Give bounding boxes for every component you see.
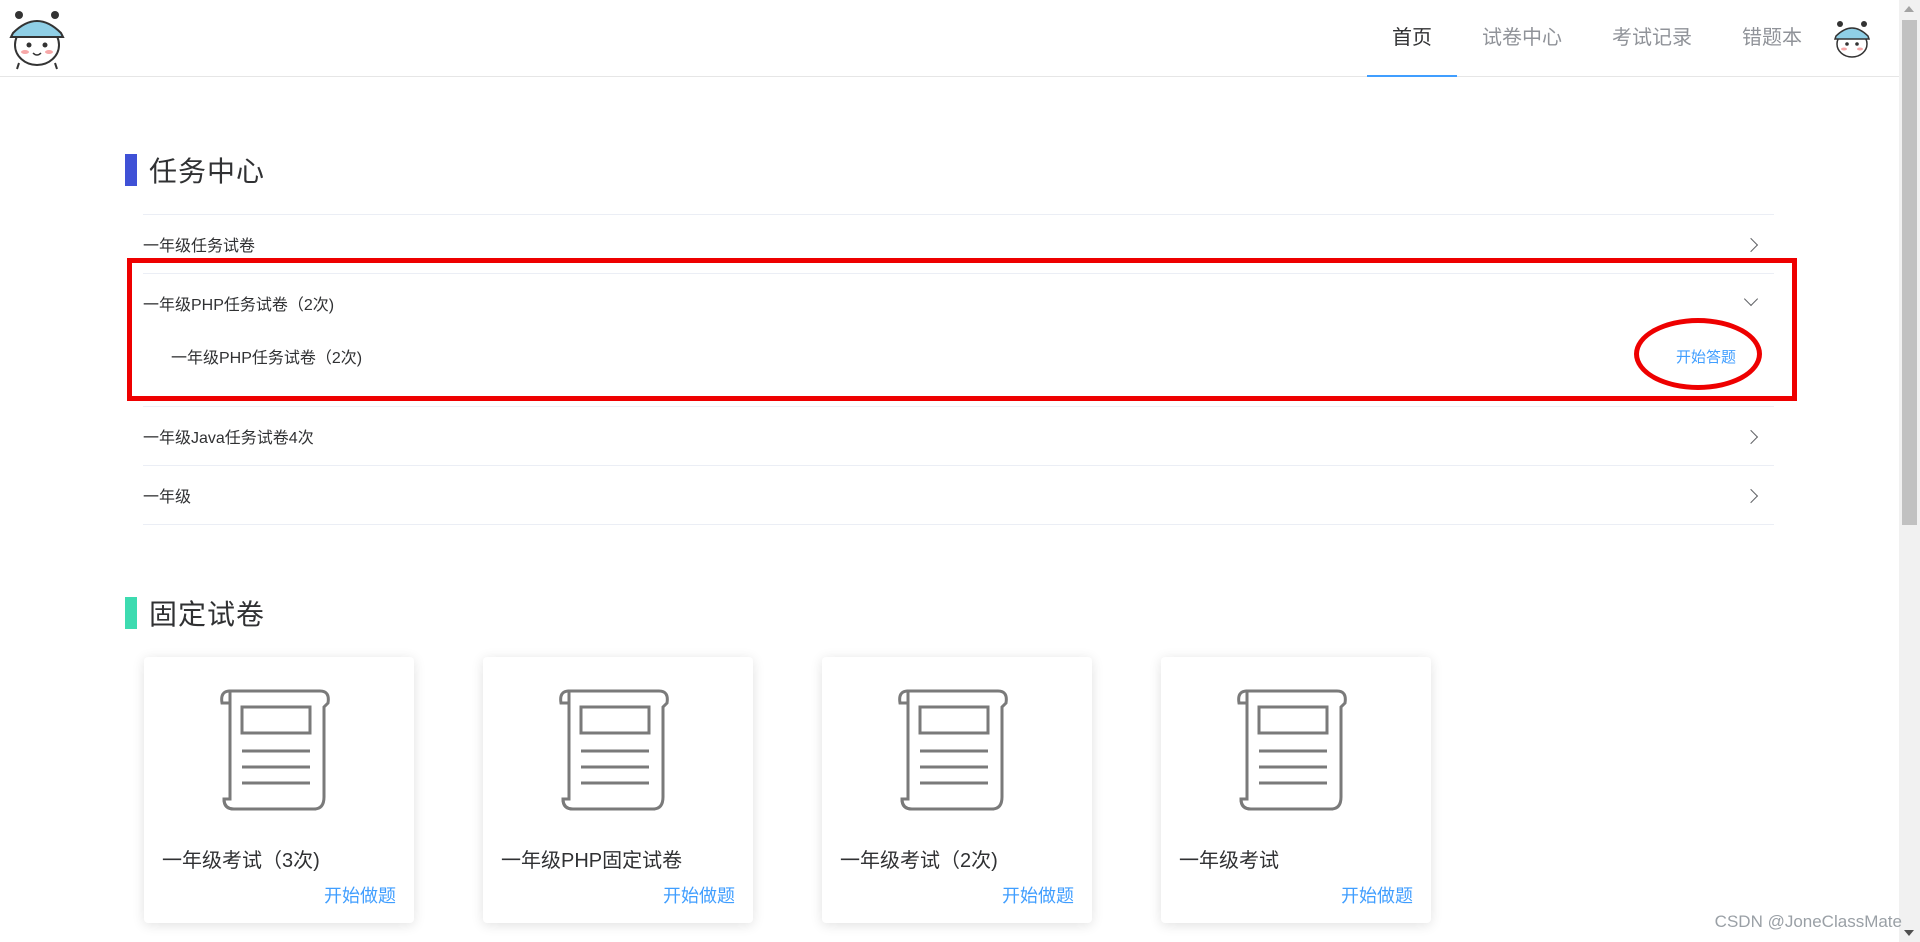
card-title: 一年级考试（3次) <box>162 850 320 872</box>
scroll-down-arrow-icon[interactable] <box>1904 930 1914 936</box>
collapse-item[interactable]: 一年级Java任务试卷4次 <box>143 407 1774 466</box>
collapse-header[interactable]: 一年级Java任务试卷4次 <box>143 407 1774 465</box>
start-exam-link[interactable]: 开始做题 <box>1341 882 1413 908</box>
scroll-document-icon <box>898 689 1008 811</box>
nav-paper-center[interactable]: 试卷中心 <box>1457 0 1587 76</box>
collapse-item[interactable]: 一年级任务试卷 <box>143 215 1774 274</box>
card-title: 一年级PHP固定试卷 <box>501 850 683 872</box>
chevron-down-icon <box>1743 291 1759 307</box>
scrollbar-thumb[interactable] <box>1902 20 1917 525</box>
vertical-scrollbar[interactable] <box>1899 0 1920 942</box>
card-title: 一年级考试（2次) <box>840 850 998 872</box>
scroll-document-icon <box>559 689 669 811</box>
start-exam-link[interactable]: 开始做题 <box>1002 882 1074 908</box>
scroll-document-icon <box>1237 689 1347 811</box>
start-answer-link[interactable]: 开始答题 <box>1676 346 1736 367</box>
nav-wrong-questions[interactable]: 错题本 <box>1717 0 1827 76</box>
top-header: 首页 试卷中心 考试记录 错题本 <box>0 0 1899 77</box>
paper-card[interactable]: 一年级考试 开始做题 <box>1161 657 1431 923</box>
start-exam-link[interactable]: 开始做题 <box>663 882 735 908</box>
collapse-label: 一年级 <box>143 489 192 506</box>
task-center-heading: 任务中心 <box>125 154 265 187</box>
logo-icon[interactable] <box>5 7 69 71</box>
scroll-up-arrow-icon[interactable] <box>1904 6 1914 12</box>
chevron-right-icon <box>1743 488 1759 504</box>
paper-card-list: 一年级考试（3次) 开始做题 一年级PHP固定试卷 开始做题 一年级考试（2次)… <box>144 657 1500 923</box>
scroll-document-icon <box>220 689 330 811</box>
start-exam-link[interactable]: 开始做题 <box>324 882 396 908</box>
section-title: 任务中心 <box>149 156 266 187</box>
collapse-label: 一年级任务试卷 <box>143 238 256 255</box>
paper-card[interactable]: 一年级考试（2次) 开始做题 <box>822 657 1092 923</box>
collapse-label: 一年级PHP任务试卷（2次) <box>143 297 335 314</box>
main-nav: 首页 试卷中心 考试记录 错题本 <box>1367 0 1827 77</box>
nav-exam-records[interactable]: 考试记录 <box>1587 0 1717 76</box>
fixed-papers-heading: 固定试卷 <box>125 597 265 630</box>
task-collapse-list: 一年级任务试卷 一年级PHP任务试卷（2次) 一年级PHP任务试卷（2次) 开始… <box>143 214 1774 525</box>
collapse-header[interactable]: 一年级 <box>143 466 1774 524</box>
collapse-label: 一年级Java任务试卷4次 <box>143 430 314 447</box>
user-avatar-icon[interactable] <box>1831 18 1873 60</box>
chevron-right-icon <box>1743 429 1759 445</box>
title-accent-bar <box>125 597 137 629</box>
title-accent-bar <box>125 154 137 186</box>
nav-home[interactable]: 首页 <box>1367 0 1457 77</box>
watermark-text: CSDN @JoneClassMate <box>1714 912 1902 931</box>
chevron-right-icon <box>1743 237 1759 253</box>
card-title: 一年级考试 <box>1179 850 1279 872</box>
paper-card[interactable]: 一年级考试（3次) 开始做题 <box>144 657 414 923</box>
collapse-content: 一年级PHP任务试卷（2次) 开始答题 <box>143 332 1774 406</box>
section-title: 固定试卷 <box>149 599 266 630</box>
task-paper-name: 一年级PHP任务试卷（2次) <box>171 350 363 367</box>
collapse-header[interactable]: 一年级任务试卷 <box>143 215 1774 273</box>
collapse-item-expanded[interactable]: 一年级PHP任务试卷（2次) 一年级PHP任务试卷（2次) 开始答题 <box>143 274 1774 407</box>
collapse-header[interactable]: 一年级PHP任务试卷（2次) <box>143 274 1774 332</box>
collapse-item[interactable]: 一年级 <box>143 466 1774 525</box>
paper-card[interactable]: 一年级PHP固定试卷 开始做题 <box>483 657 753 923</box>
